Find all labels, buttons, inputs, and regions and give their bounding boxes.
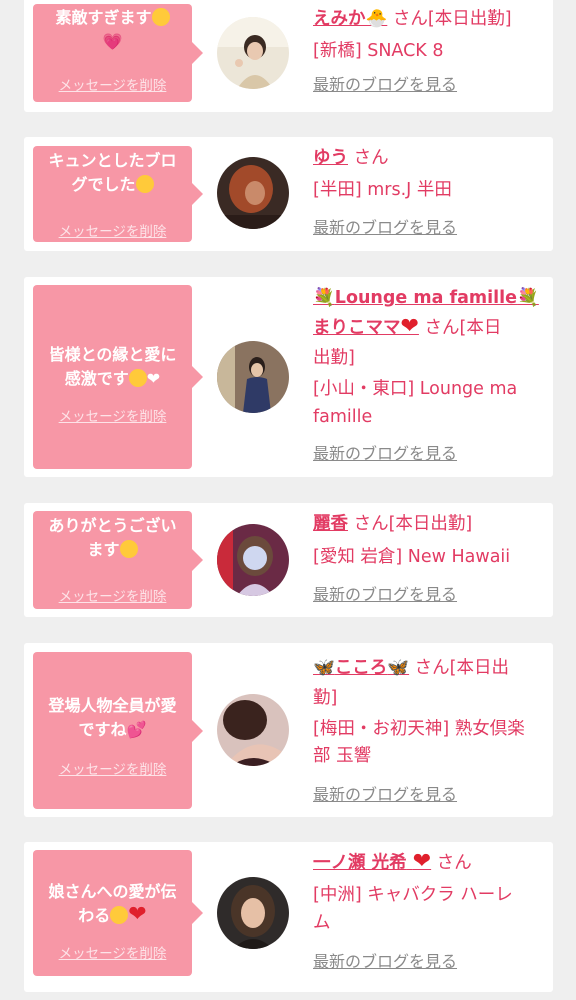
shop-name-cont: 部 玉響 [313, 746, 372, 766]
cast-name-link[interactable]: 一ノ瀬 光希 ❤ [313, 851, 431, 874]
shop-name-cont: famille [313, 407, 373, 427]
message-bubble: 皆様との縁と愛に 感激です ❤ メッセージを削除 [33, 285, 203, 469]
shop-name: [梅田・お初天神] 熟女倶楽 [313, 719, 525, 739]
avatar[interactable] [217, 877, 289, 949]
latest-blog-link[interactable]: 最新のブログを見る [313, 951, 457, 973]
avatar[interactable] [217, 157, 289, 229]
delete-message-link[interactable]: メッセージを削除 [33, 220, 192, 240]
message-text: 素敵すぎます 💗 [37, 6, 188, 54]
delete-message-link[interactable]: メッセージを削除 [33, 585, 192, 605]
delete-message-link[interactable]: メッセージを削除 [33, 74, 192, 94]
latest-blog-link[interactable]: 最新のブログを見る [313, 443, 457, 465]
bouquet-icon: 💐 [313, 288, 335, 308]
two-hearts-emoji-icon: 💕 [126, 720, 147, 739]
red-heart-icon: ❤ [412, 849, 432, 874]
shop-name-cont: ム [313, 913, 331, 933]
message-card: 登場人物全員が愛 ですね💕 メッセージを削除 🦋こころ🦋 さん[本日出 勤] [… [24, 643, 553, 817]
shop-title-link[interactable]: 💐Lounge ma famille💐 [313, 288, 539, 308]
message-text: キュンとしたブロ グでした [48, 151, 177, 194]
shop-name: [半田] mrs.J 半田 [313, 180, 452, 200]
avatar[interactable] [217, 524, 289, 596]
cast-status: さん[本日出 [414, 658, 509, 678]
message-text: 皆様との縁と愛に 感激です ❤ [48, 345, 177, 388]
cast-name-link[interactable]: 🦋こころ🦋 [313, 658, 409, 678]
avatar[interactable] [217, 341, 289, 413]
butterfly-icon: 🦋 [313, 658, 335, 678]
shop-name: [新橋] SNACK 8 [313, 41, 444, 61]
message-card: 娘さんへの愛が伝 わる ❤ メッセージを削除 一ノ瀬 光希 ❤ さん [中洲] キ… [24, 842, 553, 992]
cast-status: さん[本日出勤] [353, 514, 473, 534]
cast-status: さん [436, 853, 472, 873]
cast-status-tail: [本日出勤] [427, 9, 512, 29]
cast-name-link[interactable]: ゆう [313, 148, 348, 168]
latest-blog-link[interactable]: 最新のブログを見る [313, 217, 457, 239]
cast-name-link[interactable]: 麗香 [313, 514, 348, 534]
message-text: 娘さんへの愛が伝 わる ❤ [48, 882, 177, 927]
shop-name: [小山・東口] Lounge ma [313, 379, 518, 399]
avatar[interactable] [217, 17, 289, 89]
message-bubble: 娘さんへの愛が伝 わる ❤ メッセージを削除 [33, 850, 203, 976]
red-heart-emoji-icon: ❤ [128, 902, 147, 927]
cast-name-link[interactable]: まりこママ❤ [313, 316, 419, 339]
latest-blog-link[interactable]: 最新のブログを見る [313, 784, 457, 806]
bouquet-icon: 💐 [517, 288, 539, 308]
shop-name: [愛知 岩倉] New Hawaii [313, 547, 511, 567]
heart-emoji-icon: ❤ [146, 369, 161, 388]
cast-status: さん [353, 148, 389, 168]
message-bubble: ありがとうござい ます メッセージを削除 [33, 511, 203, 609]
delete-message-link[interactable]: メッセージを削除 [33, 758, 192, 778]
red-heart-icon: ❤ [400, 314, 419, 339]
message-card: キュンとしたブロ グでした メッセージを削除 ゆう さん [半田] mrs.J … [24, 137, 553, 251]
delete-message-link[interactable]: メッセージを削除 [33, 942, 192, 962]
message-bubble: 素敵すぎます 💗 メッセージを削除 [33, 4, 203, 102]
growing-heart-emoji-icon: 💗 [102, 32, 123, 51]
butterfly-icon: 🦋 [387, 658, 410, 678]
message-text: 登場人物全員が愛 ですね💕 [48, 696, 177, 739]
shop-name: [中洲] キャバクラ ハーレ [313, 885, 513, 905]
message-bubble: 登場人物全員が愛 ですね💕 メッセージを削除 [33, 652, 203, 809]
cast-status: さん[本日 [424, 318, 502, 338]
message-card: ありがとうござい ます メッセージを削除 麗香 さん[本日出勤] [愛知 岩倉]… [24, 503, 553, 617]
cast-status-tail: 勤] [313, 688, 338, 708]
cast-status: さん [392, 9, 428, 29]
message-card: 素敵すぎます 💗 メッセージを削除 えみか🐣 さん[本日出勤] [新橋] SNA… [24, 0, 553, 112]
message-card: 皆様との縁と愛に 感激です ❤ メッセージを削除 💐Lounge ma famil… [24, 277, 553, 477]
message-text: ありがとうござい ます [48, 516, 177, 559]
relieved-face-emoji-icon [128, 369, 147, 387]
pleading-face-emoji-icon [110, 906, 129, 924]
relieved-face-emoji-icon [151, 8, 170, 26]
smiling-face-emoji-icon [119, 540, 138, 558]
avatar[interactable] [217, 694, 289, 766]
latest-blog-link[interactable]: 最新のブログを見る [313, 584, 457, 606]
hatching-chick-emoji-icon: 🐣 [365, 9, 388, 29]
latest-blog-link[interactable]: 最新のブログを見る [313, 74, 457, 96]
delete-message-link[interactable]: メッセージを削除 [33, 405, 192, 425]
cast-name-link[interactable]: えみか🐣 [313, 9, 387, 29]
heart-eyes-emoji-icon [135, 175, 154, 193]
message-bubble: キュンとしたブロ グでした メッセージを削除 [33, 146, 203, 242]
cast-status-tail: 出勤] [313, 348, 355, 368]
